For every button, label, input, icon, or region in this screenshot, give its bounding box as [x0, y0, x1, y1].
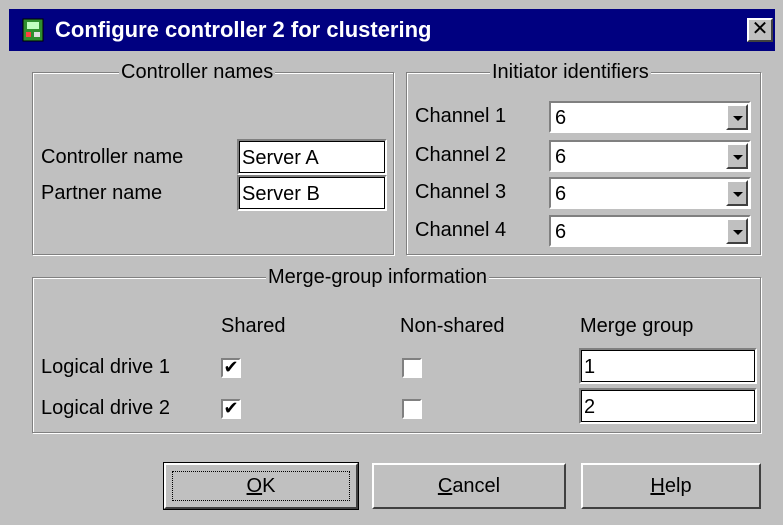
logical-drive-1-shared-checkbox[interactable]: ✔: [221, 357, 241, 378]
logical-drive-1-nonshared-checkbox[interactable]: [402, 358, 422, 378]
chevron-down-icon: [733, 116, 743, 121]
channel-4-label: Channel 4: [415, 219, 507, 241]
controller-name-label: Controller name: [41, 146, 184, 168]
partner-name-input[interactable]: Server B: [237, 175, 387, 211]
window-title: Configure controller 2 for clustering: [55, 17, 432, 42]
controller-names-group: Controller names Controller name Server …: [32, 60, 394, 255]
channel-4-select[interactable]: 6: [549, 215, 751, 247]
controller-app-icon: [22, 18, 44, 42]
channel-2-select[interactable]: 6: [549, 140, 751, 172]
logical-drive-2-merge-group-input[interactable]: 2: [579, 388, 757, 424]
channel-4-value: 6: [555, 221, 567, 243]
channel-1-select[interactable]: 6: [549, 101, 751, 133]
chevron-down-icon: [733, 192, 743, 197]
shared-column-header: Shared: [221, 315, 286, 337]
channel-3-label: Channel 3: [415, 181, 507, 203]
dropdown-arrow-button[interactable]: [726, 218, 748, 244]
channel-1-label: Channel 1: [415, 105, 507, 127]
logical-drive-1-label: Logical drive 1: [41, 356, 170, 378]
nonshared-column-header: Non-shared: [400, 315, 505, 337]
cancel-accelerator: C: [437, 475, 453, 497]
configure-dialog: Configure controller 2 for clustering ✕ …: [0, 0, 783, 525]
help-accelerator: H: [650, 475, 665, 497]
ok-accelerator: O: [246, 475, 263, 497]
ok-label-rest: K: [262, 475, 276, 497]
channel-2-label: Channel 2: [415, 144, 507, 166]
logical-drive-2-label: Logical drive 2: [41, 397, 170, 419]
initiator-identifiers-group: Initiator identifiers Channel 1 6 Channe…: [406, 60, 761, 255]
partner-name-label: Partner name: [41, 182, 163, 204]
help-button[interactable]: Help: [581, 463, 761, 509]
chevron-down-icon: [733, 155, 743, 160]
logical-drive-2-shared-checkbox[interactable]: ✔: [221, 398, 241, 419]
ok-button[interactable]: OK: [163, 462, 359, 510]
controller-name-input[interactable]: Server A: [237, 139, 387, 175]
close-button[interactable]: ✕: [747, 18, 773, 42]
channel-2-value: 6: [555, 146, 567, 168]
title-bar[interactable]: Configure controller 2 for clustering ✕: [9, 9, 775, 51]
cancel-label-rest: ancel: [452, 475, 501, 497]
checkmark-icon: ✔: [223, 357, 239, 377]
channel-3-value: 6: [555, 183, 567, 205]
controller-names-legend: Controller names: [119, 60, 276, 84]
merge-group-info-group: Merge-group information Shared Non-share…: [32, 265, 761, 433]
help-label-rest: elp: [664, 475, 692, 497]
merge-group-column-header: Merge group: [580, 315, 694, 337]
dropdown-arrow-button[interactable]: [726, 180, 748, 206]
cancel-button[interactable]: Cancel: [372, 463, 566, 509]
channel-3-select[interactable]: 6: [549, 177, 751, 209]
dropdown-arrow-button[interactable]: [726, 143, 748, 169]
dropdown-arrow-button[interactable]: [726, 104, 748, 130]
merge-group-legend: Merge-group information: [266, 265, 489, 289]
checkmark-icon: ✔: [223, 398, 239, 418]
logical-drive-1-merge-group-input[interactable]: 1: [579, 348, 757, 384]
channel-1-value: 6: [555, 107, 567, 129]
logical-drive-2-nonshared-checkbox[interactable]: [402, 399, 422, 419]
chevron-down-icon: [733, 230, 743, 235]
close-icon: ✕: [751, 18, 769, 40]
initiator-identifiers-legend: Initiator identifiers: [490, 60, 651, 84]
